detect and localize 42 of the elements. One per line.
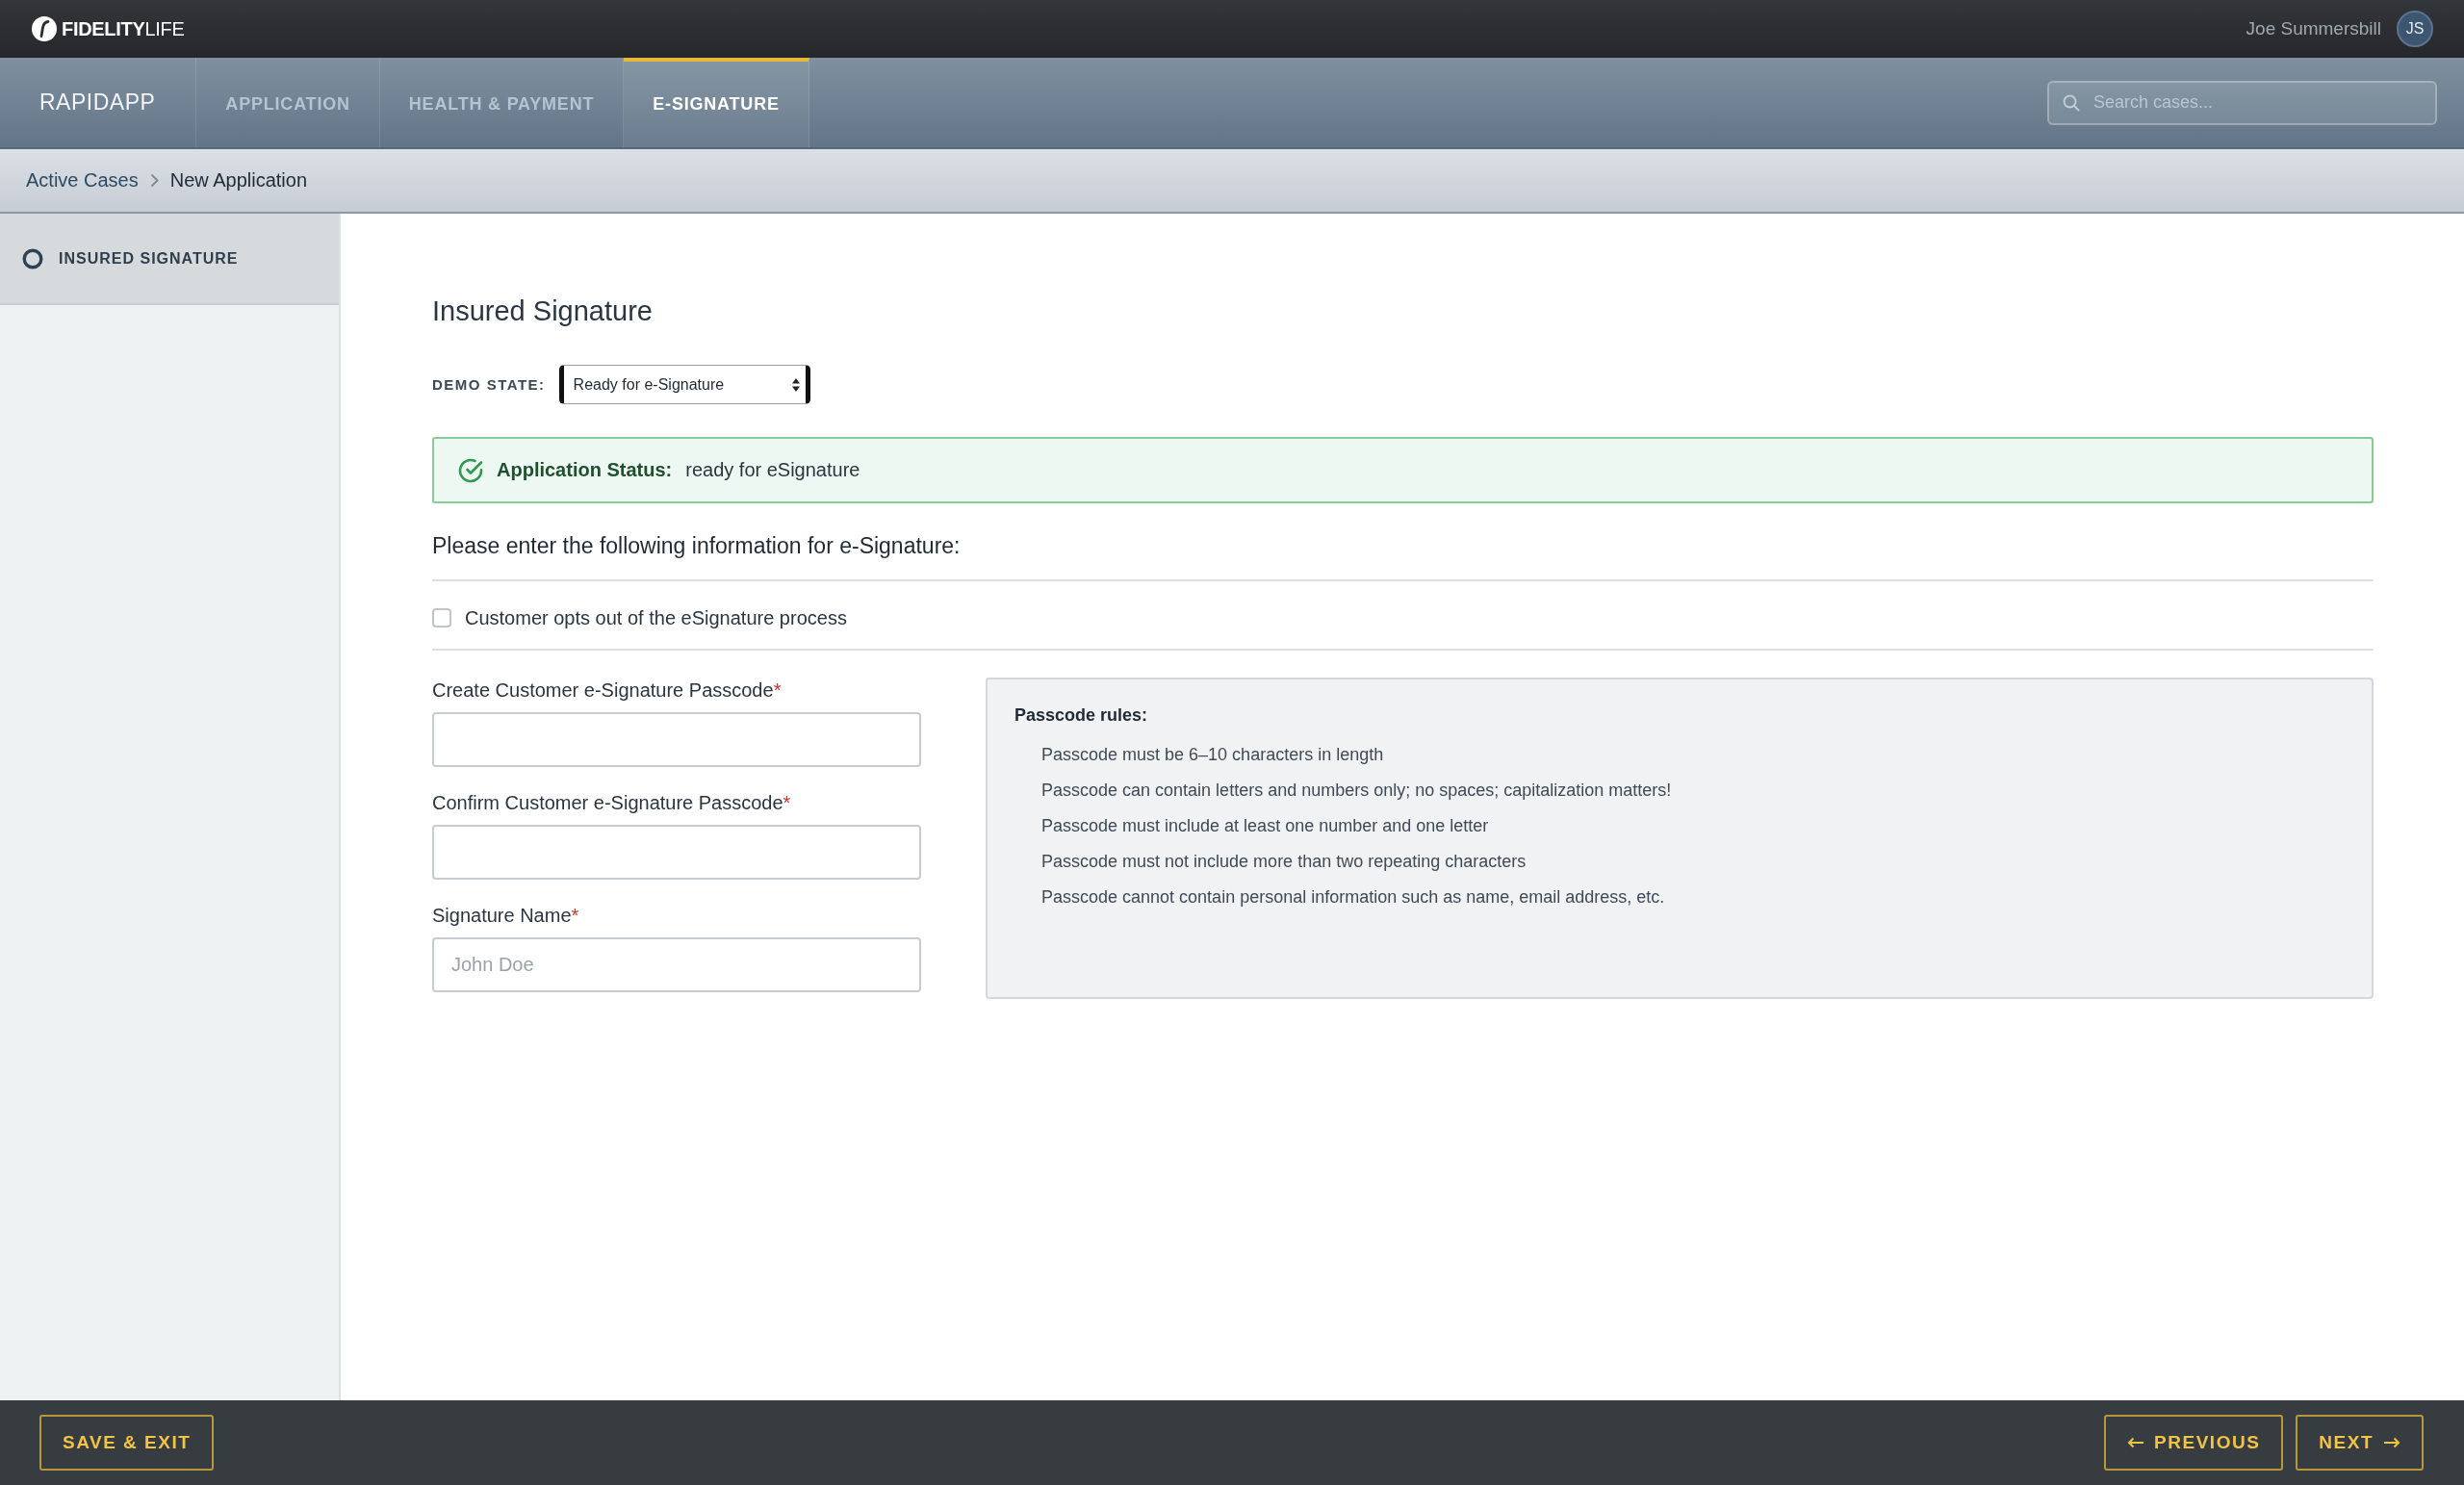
arrow-right-icon — [2383, 1437, 2400, 1448]
user-name: Joe Summersbill — [2246, 18, 2381, 39]
breadcrumb-link[interactable]: Active Cases — [26, 169, 139, 192]
status-value: ready for eSignature — [685, 459, 860, 481]
breadcrumb-current: New Application — [169, 169, 308, 192]
ring-icon — [22, 247, 43, 269]
check-circle-icon — [458, 457, 483, 483]
updown-caret-icon — [791, 377, 800, 392]
user-avatar[interactable]: JS — [2397, 11, 2433, 47]
status-label: Application Status: — [497, 459, 673, 481]
text-field[interactable]: John Doe — [432, 937, 921, 992]
chevron-right-icon — [149, 173, 159, 188]
demo-state-select[interactable]: Ready for e-Signature — [558, 365, 810, 404]
arrow-left-icon — [2127, 1437, 2145, 1448]
search-icon — [2063, 93, 2080, 112]
demo-state-label: DEMO STATE: — [432, 376, 546, 393]
required-mark: * — [773, 679, 782, 701]
rule-item: Passcode must be 6–10 characters in length — [1041, 744, 1385, 766]
checkbox[interactable] — [432, 608, 451, 627]
required-mark: * — [571, 905, 579, 926]
rule-item: Passcode must not include more than two repeating characters — [1041, 851, 1527, 873]
previous-button[interactable]: PREVIOUS — [2104, 1415, 2284, 1471]
page-title: Insured Signature — [432, 294, 654, 328]
nav-tab[interactable]: E-SIGNATURE — [624, 58, 809, 147]
checkbox-label: Customer opts out of the eSignature process — [465, 606, 847, 629]
section-heading: Please enter the following information for e-Signature: — [432, 532, 962, 560]
sidebar-item[interactable]: INSURED SIGNATURE — [0, 214, 339, 305]
field-label: Confirm Customer e-Signature Passcode — [432, 792, 783, 813]
field-label: Create Customer e-Signature Passcode — [432, 679, 774, 701]
text-field[interactable] — [432, 825, 921, 880]
logo-icon — [32, 16, 57, 41]
next-button[interactable]: NEXT — [2296, 1415, 2424, 1471]
rule-item: Passcode must include at least one number and one letter — [1041, 815, 1490, 837]
app-name: RAPIDAPP — [0, 58, 197, 147]
rule-item: Passcode can contain letters and numbers only; no spaces; capitalization matters! — [1041, 780, 1673, 802]
logo-wordmark: FIDELITYLIFE — [62, 17, 185, 40]
save-exit-button[interactable]: SAVE & EXIT — [39, 1415, 215, 1471]
required-mark: * — [783, 792, 791, 813]
field-label: Signature Name — [432, 905, 572, 926]
rule-item: Passcode cannot contain personal information such as name, email address, etc. — [1041, 886, 1666, 909]
rules-title: Passcode rules: — [1014, 704, 1149, 727]
text-field[interactable] — [432, 712, 921, 767]
